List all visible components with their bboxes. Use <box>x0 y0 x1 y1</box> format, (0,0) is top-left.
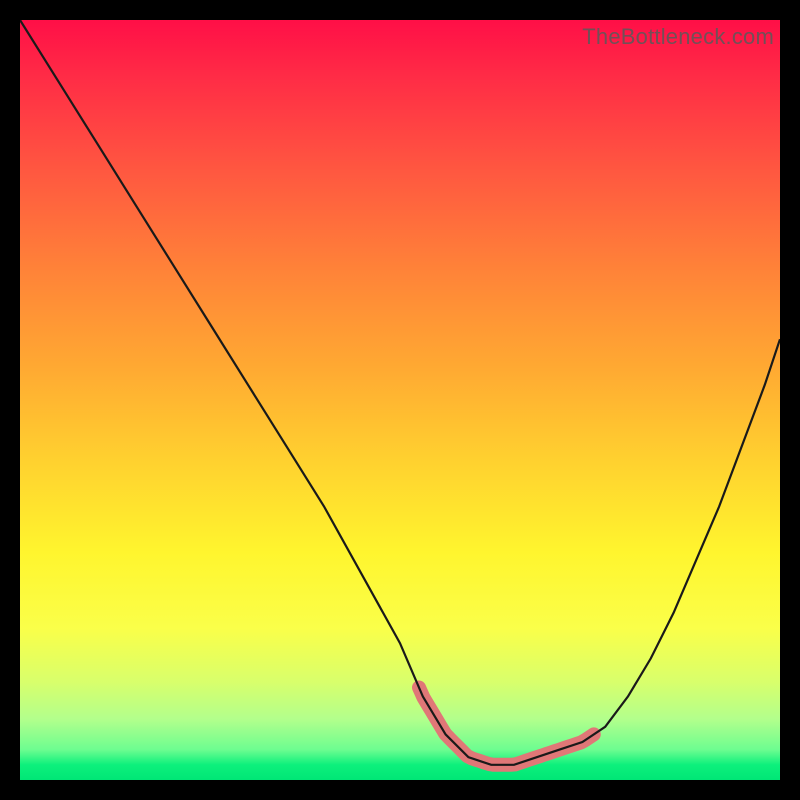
plot-area: TheBottleneck.com <box>20 20 780 780</box>
accent-trough-highlight <box>419 688 594 765</box>
watermark-text: TheBottleneck.com <box>582 24 774 50</box>
chart-frame: TheBottleneck.com <box>0 0 800 800</box>
curve-layer <box>20 20 780 780</box>
bottleneck-curve-line <box>20 20 780 765</box>
